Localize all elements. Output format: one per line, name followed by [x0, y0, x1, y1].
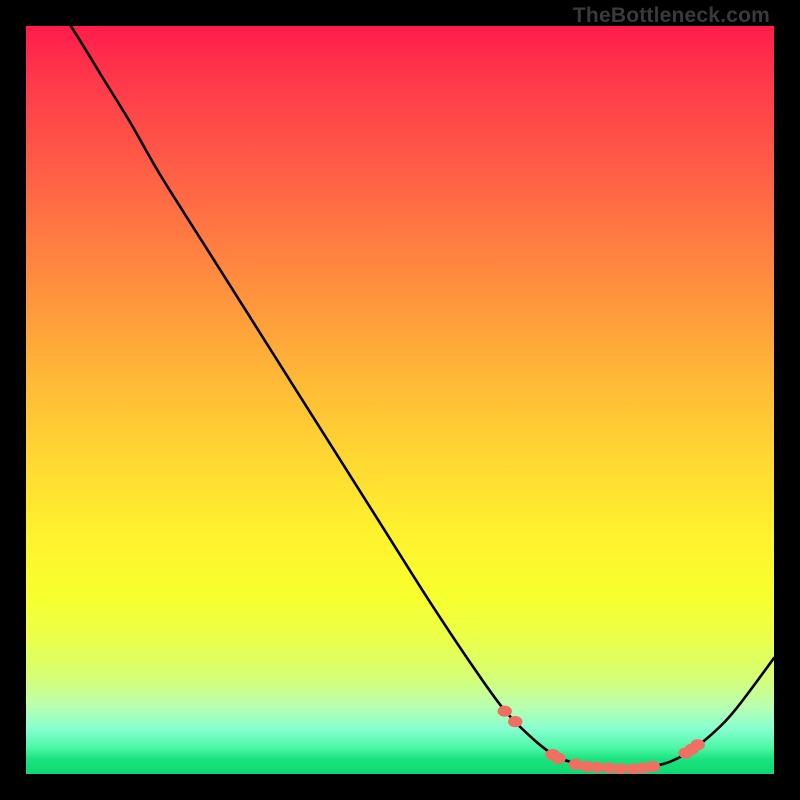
watermark-text: TheBottleneck.com: [573, 4, 770, 28]
marker-dot: [508, 716, 522, 727]
bottleneck-curve: [26, 26, 774, 769]
chart-stage: TheBottleneck.com: [0, 0, 800, 800]
chart-svg: [26, 26, 774, 774]
marker-dot: [551, 753, 565, 764]
marker-group: [498, 706, 705, 774]
marker-dot: [498, 706, 512, 717]
plot-area: [26, 26, 774, 774]
marker-dot: [646, 761, 660, 772]
marker-dot: [691, 739, 705, 750]
marker-dot: [613, 763, 627, 774]
